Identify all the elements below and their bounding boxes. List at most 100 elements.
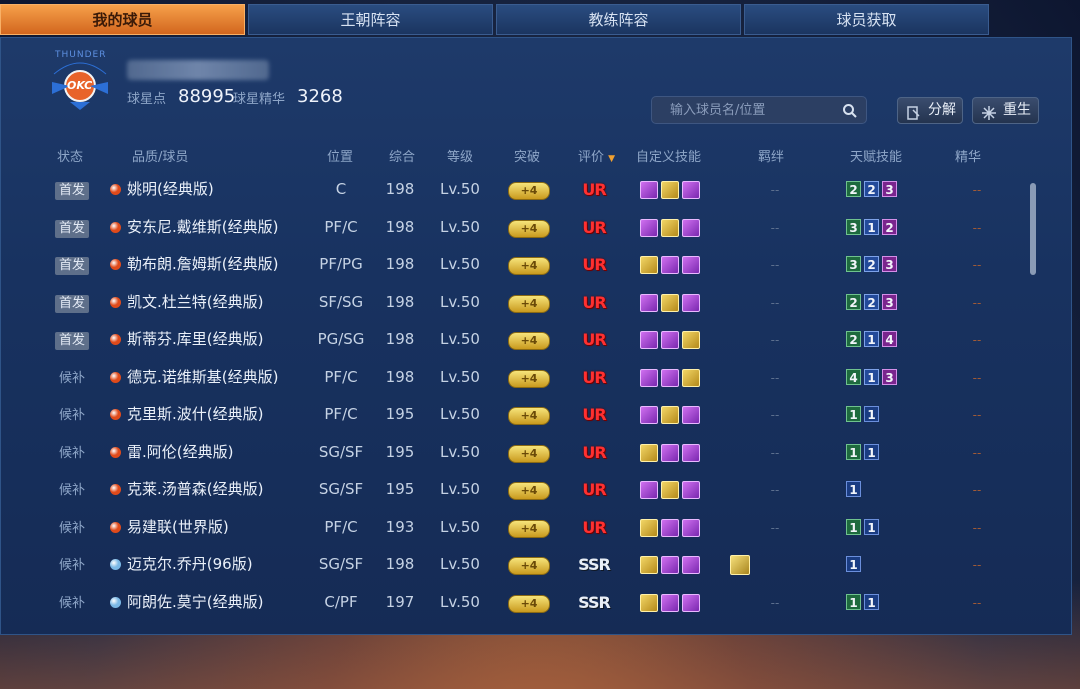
purple-skill-icon[interactable] bbox=[682, 181, 700, 199]
tab-my-players[interactable]: 我的球员 bbox=[0, 4, 245, 35]
gold-skill-icon[interactable] bbox=[661, 406, 679, 424]
talent-level-badge[interactable]: 3 bbox=[882, 256, 897, 272]
purple-skill-icon[interactable] bbox=[682, 256, 700, 274]
talent-level-badge[interactable]: 3 bbox=[882, 293, 897, 310]
player-name[interactable]: 凯文.杜兰特(经典版) bbox=[127, 293, 263, 311]
header-overall[interactable]: 综合 bbox=[389, 146, 415, 165]
table-row[interactable]: 候补 阿朗佐.莫宁(经典版) C/PF 197 Lv.50 +4 SSR -- 1 1 -- bbox=[0, 584, 981, 621]
talent-level-badge[interactable]: 1 bbox=[864, 443, 879, 460]
talent-level-badge[interactable]: 1 bbox=[864, 331, 879, 347]
purple-skill-icon[interactable] bbox=[682, 518, 700, 537]
search-input[interactable] bbox=[668, 102, 842, 119]
talent-level-badge[interactable]: 2 bbox=[882, 218, 897, 235]
table-row[interactable]: 首发 斯蒂芬.库里(经典版) PG/SG 198 Lv.50 +4 UR -- 2 1 4 -- bbox=[0, 321, 981, 358]
header-rating[interactable]: 评价 ▼ bbox=[578, 146, 615, 165]
talent-level-badge[interactable]: 3 bbox=[846, 218, 861, 235]
gold-skill-icon[interactable] bbox=[682, 331, 700, 349]
table-row[interactable]: 首发 安东尼.戴维斯(经典版) PF/C 198 Lv.50 +4 UR -- 3 1 2 -- bbox=[0, 209, 981, 246]
talent-level-badge[interactable]: 1 bbox=[864, 218, 879, 235]
player-name[interactable]: 易建联(世界版) bbox=[127, 518, 229, 536]
talent-level-badge[interactable]: 1 bbox=[846, 443, 861, 460]
purple-skill-icon[interactable] bbox=[682, 556, 700, 574]
purple-skill-icon[interactable] bbox=[640, 368, 658, 387]
table-row[interactable]: 候补 克里斯.波什(经典版) PF/C 195 Lv.50 +4 UR -- 1 1 -- bbox=[0, 396, 981, 433]
purple-skill-icon[interactable] bbox=[661, 368, 679, 387]
purple-skill-icon[interactable] bbox=[682, 593, 700, 612]
talent-level-badge[interactable]: 2 bbox=[846, 293, 861, 310]
table-row[interactable]: 候补 易建联(世界版) PF/C 193 Lv.50 +4 UR -- 1 1 -- bbox=[0, 509, 981, 546]
gold-skill-icon[interactable] bbox=[682, 368, 700, 387]
gold-skill-icon[interactable] bbox=[661, 218, 679, 237]
player-name[interactable]: 雷.阿伦(经典版) bbox=[127, 443, 233, 461]
purple-skill-icon[interactable] bbox=[640, 406, 658, 424]
gold-skill-icon[interactable] bbox=[640, 518, 658, 537]
rebirth-button[interactable]: 重生 bbox=[972, 97, 1039, 124]
gold-skill-icon[interactable] bbox=[640, 556, 658, 574]
purple-skill-icon[interactable] bbox=[661, 256, 679, 274]
purple-skill-icon[interactable] bbox=[661, 331, 679, 349]
header-level[interactable]: 等级 bbox=[447, 146, 473, 165]
gold-skill-icon[interactable] bbox=[661, 181, 679, 199]
purple-skill-icon[interactable] bbox=[682, 406, 700, 424]
player-name[interactable]: 安东尼.戴维斯(经典版) bbox=[127, 218, 278, 236]
search-icon[interactable] bbox=[842, 103, 858, 123]
talent-level-badge[interactable]: 4 bbox=[846, 368, 861, 385]
purple-skill-icon[interactable] bbox=[640, 293, 658, 312]
talent-level-badge[interactable]: 3 bbox=[882, 368, 897, 385]
purple-skill-icon[interactable] bbox=[682, 218, 700, 237]
purple-skill-icon[interactable] bbox=[640, 481, 658, 499]
tab-player-acquire[interactable]: 球员获取 bbox=[744, 4, 989, 35]
purple-skill-icon[interactable] bbox=[661, 593, 679, 612]
purple-skill-icon[interactable] bbox=[661, 556, 679, 574]
table-row[interactable]: 候补 德克.诺维斯基(经典版) PF/C 198 Lv.50 +4 UR -- 4 1 3 -- bbox=[0, 359, 981, 396]
purple-skill-icon[interactable] bbox=[640, 331, 658, 349]
player-name[interactable]: 阿朗佐.莫宁(经典版) bbox=[127, 593, 263, 611]
table-row[interactable]: 候补 克莱.汤普森(经典版) SG/SF 195 Lv.50 +4 UR -- 1 -- bbox=[0, 471, 981, 508]
purple-skill-icon[interactable] bbox=[661, 443, 679, 462]
player-name[interactable]: 姚明(经典版) bbox=[127, 180, 214, 198]
header-breakthrough[interactable]: 突破 bbox=[514, 146, 540, 165]
table-row[interactable]: 候补 雷.阿伦(经典版) SG/SF 195 Lv.50 +4 UR -- 1 1 -- bbox=[0, 434, 981, 471]
gold-skill-icon[interactable] bbox=[661, 481, 679, 499]
talent-level-badge[interactable]: 1 bbox=[846, 406, 861, 422]
purple-skill-icon[interactable] bbox=[640, 181, 658, 199]
talent-level-badge[interactable]: 2 bbox=[864, 293, 879, 310]
talent-level-badge[interactable]: 1 bbox=[846, 556, 861, 572]
talent-level-badge[interactable]: 2 bbox=[846, 181, 861, 197]
purple-skill-icon[interactable] bbox=[640, 218, 658, 237]
purple-skill-icon[interactable] bbox=[682, 443, 700, 462]
player-name[interactable]: 克莱.汤普森(经典版) bbox=[127, 480, 263, 498]
talent-level-badge[interactable]: 1 bbox=[846, 518, 861, 535]
player-name[interactable]: 迈克尔.乔丹(96版) bbox=[127, 555, 253, 573]
player-name[interactable]: 克里斯.波什(经典版) bbox=[127, 405, 263, 423]
gold-skill-icon[interactable] bbox=[640, 593, 658, 612]
header-player[interactable]: 品质/球员 bbox=[132, 146, 188, 165]
talent-level-badge[interactable]: 2 bbox=[864, 181, 879, 197]
player-name[interactable]: 勒布朗.詹姆斯(经典版) bbox=[127, 255, 278, 273]
decompose-button[interactable]: 分解 bbox=[897, 97, 963, 124]
table-row[interactable]: 首发 姚明(经典版) C 198 Lv.50 +4 UR -- 2 2 3 -- bbox=[0, 171, 981, 208]
tab-coach-lineup[interactable]: 教练阵容 bbox=[496, 4, 741, 35]
talent-level-badge[interactable]: 1 bbox=[864, 368, 879, 385]
talent-level-badge[interactable]: 2 bbox=[846, 331, 861, 347]
purple-skill-icon[interactable] bbox=[682, 293, 700, 312]
table-row[interactable]: 首发 勒布朗.詹姆斯(经典版) PF/PG 198 Lv.50 +4 UR -- 3 2 3 -- bbox=[0, 246, 981, 283]
talent-level-badge[interactable]: 1 bbox=[846, 481, 861, 497]
talent-level-badge[interactable]: 1 bbox=[864, 406, 879, 422]
bond-icon[interactable] bbox=[730, 555, 750, 575]
table-row[interactable]: 首发 凯文.杜兰特(经典版) SF/SG 198 Lv.50 +4 UR -- 2 2 3 -- bbox=[0, 284, 981, 321]
talent-level-badge[interactable]: 3 bbox=[882, 181, 897, 197]
talent-level-badge[interactable]: 4 bbox=[882, 331, 897, 347]
purple-skill-icon[interactable] bbox=[661, 518, 679, 537]
player-name[interactable]: 斯蒂芬.库里(经典版) bbox=[127, 330, 263, 348]
gold-skill-icon[interactable] bbox=[640, 443, 658, 462]
talent-level-badge[interactable]: 1 bbox=[846, 593, 861, 610]
header-position[interactable]: 位置 bbox=[327, 146, 353, 165]
talent-level-badge[interactable]: 1 bbox=[864, 518, 879, 535]
table-row[interactable]: 候补 迈克尔.乔丹(96版) SG/SF 198 Lv.50 +4 SSR 1 -- bbox=[0, 546, 981, 583]
scrollbar-thumb[interactable] bbox=[1030, 183, 1036, 275]
purple-skill-icon[interactable] bbox=[682, 481, 700, 499]
gold-skill-icon[interactable] bbox=[661, 293, 679, 312]
talent-level-badge[interactable]: 3 bbox=[846, 256, 861, 272]
talent-level-badge[interactable]: 2 bbox=[864, 256, 879, 272]
